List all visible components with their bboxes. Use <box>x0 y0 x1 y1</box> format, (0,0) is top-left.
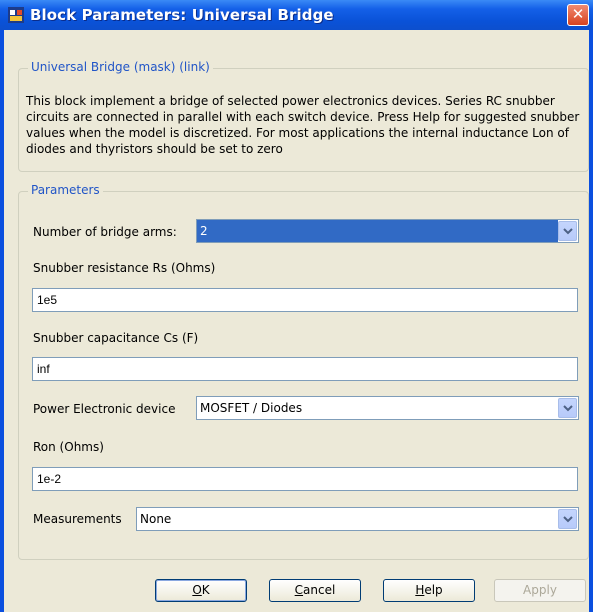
snubber-capacitance-label: Snubber capacitance Cs (F) <box>33 331 199 345</box>
cancel-button[interactable]: Cancel <box>269 579 361 602</box>
cancel-label-rest: ancel <box>303 583 336 597</box>
dialog-window: Block Parameters: Universal Bridge ✕ Uni… <box>0 0 593 612</box>
help-accesskey: H <box>415 583 425 597</box>
measurements-label: Measurements <box>33 512 122 526</box>
chevron-down-icon <box>563 516 573 523</box>
chevron-down-icon <box>563 228 573 235</box>
snubber-resistance-label: Snubber resistance Rs (Ohms) <box>33 261 216 275</box>
window-title: Block Parameters: Universal Bridge <box>30 6 334 24</box>
power-device-value: MOSFET / Diodes <box>200 401 303 415</box>
power-device-dropdown[interactable]: MOSFET / Diodes <box>196 396 579 420</box>
parameters-group-legend: Parameters <box>28 183 103 197</box>
title-bar[interactable]: Block Parameters: Universal Bridge ✕ <box>0 0 593 30</box>
bridge-arms-dropdown-arrow[interactable] <box>558 221 577 241</box>
snubber-resistance-field[interactable] <box>32 288 578 312</box>
measurements-dropdown[interactable]: None <box>136 507 579 531</box>
help-label-rest: elp <box>424 583 443 597</box>
snubber-capacitance-field[interactable] <box>32 357 578 381</box>
bridge-arms-value: 2 <box>197 220 558 242</box>
close-button[interactable]: ✕ <box>567 4 589 26</box>
measurements-dropdown-arrow[interactable] <box>558 509 577 529</box>
bridge-arms-dropdown[interactable]: 2 <box>196 219 579 243</box>
ron-field[interactable] <box>32 467 578 491</box>
window-frame-right <box>589 30 593 612</box>
ron-label: Ron (Ohms) <box>33 440 104 454</box>
power-device-label: Power Electronic device <box>33 402 176 416</box>
close-icon: ✕ <box>571 5 585 23</box>
bridge-arms-label: Number of bridge arms: <box>33 225 177 239</box>
chevron-down-icon <box>563 405 573 412</box>
help-button[interactable]: Help <box>383 579 475 602</box>
apply-button[interactable]: Apply <box>494 579 586 602</box>
cancel-accesskey: C <box>294 583 304 597</box>
power-device-dropdown-arrow[interactable] <box>558 398 577 418</box>
ok-accesskey: O <box>192 583 202 597</box>
mask-group-legend: Universal Bridge (mask) (link) <box>28 60 213 74</box>
block-description: This block implement a bridge of selecte… <box>26 94 580 156</box>
simulink-block-icon <box>8 7 24 23</box>
ok-label-rest: K <box>201 583 210 597</box>
measurements-value: None <box>140 512 172 526</box>
ok-button[interactable]: OK <box>155 579 247 602</box>
